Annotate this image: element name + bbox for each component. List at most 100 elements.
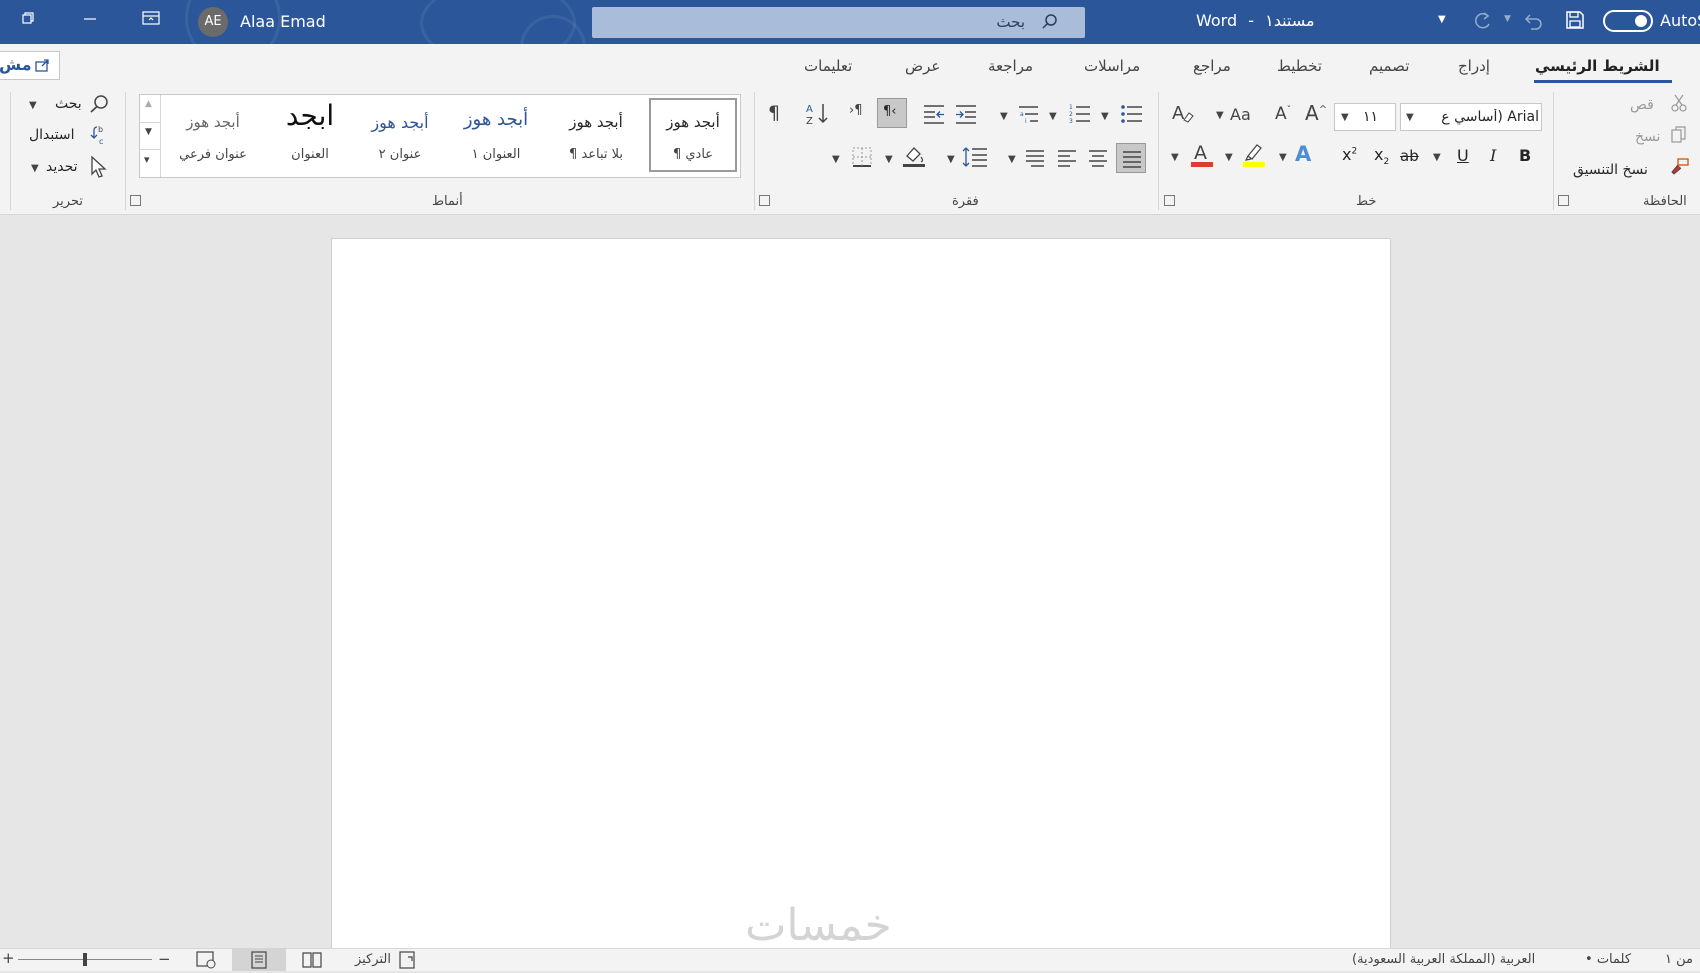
undo-icon[interactable] bbox=[1522, 10, 1544, 34]
show-hide-formatting-button[interactable]: ¶ bbox=[768, 102, 780, 124]
cut-icon[interactable] bbox=[1670, 94, 1688, 116]
chevron-down-icon[interactable]: ▼ bbox=[1279, 152, 1287, 163]
numbering-icon[interactable]: 123 bbox=[1068, 103, 1092, 129]
chevron-down-icon[interactable]: ▼ bbox=[1101, 111, 1109, 122]
style-heading-1[interactable]: أبجد هوز العنوان ١ bbox=[446, 95, 546, 177]
select-label[interactable]: تحديد bbox=[46, 159, 78, 175]
subscript-button[interactable]: x2 bbox=[1374, 145, 1389, 167]
share-button[interactable]: مش bbox=[0, 51, 60, 80]
grow-font-button[interactable]: A^ bbox=[1305, 101, 1327, 125]
bullets-icon[interactable] bbox=[1120, 103, 1144, 129]
chevron-up-icon[interactable]: ▲ bbox=[145, 99, 152, 109]
chevron-down-icon[interactable]: ▼ bbox=[1225, 152, 1233, 163]
text-effects-icon[interactable]: A bbox=[1295, 142, 1311, 166]
style-title[interactable]: ابجد العنوان bbox=[266, 95, 354, 177]
avatar[interactable]: AE bbox=[198, 7, 228, 37]
sort-icon[interactable]: AZ bbox=[806, 102, 830, 130]
zoom-slider-thumb[interactable] bbox=[83, 953, 87, 966]
style-heading-2[interactable]: أبجد هوز عنوان ٢ bbox=[355, 95, 445, 177]
gallery-more-icon[interactable]: ▾ bbox=[144, 153, 150, 166]
justify-icon[interactable] bbox=[1025, 148, 1045, 172]
font-color-icon[interactable]: A bbox=[1190, 140, 1214, 172]
chevron-down-icon[interactable]: ▼ bbox=[145, 127, 152, 137]
customize-qat-icon[interactable]: ▼ bbox=[1438, 14, 1446, 25]
decrease-indent-icon[interactable] bbox=[954, 103, 978, 129]
font-size-combo[interactable]: ١١ ▼ bbox=[1334, 103, 1396, 131]
align-right-button[interactable] bbox=[1116, 143, 1146, 173]
tab-help[interactable]: تعليمات bbox=[804, 57, 852, 75]
font-launcher-icon[interactable] bbox=[1164, 195, 1175, 206]
tab-review[interactable]: مراجعة bbox=[988, 57, 1033, 75]
find-label[interactable]: بحث bbox=[55, 96, 82, 112]
align-center-icon[interactable] bbox=[1088, 148, 1108, 172]
highlight-icon[interactable] bbox=[1242, 142, 1266, 172]
tab-insert[interactable]: إدراج bbox=[1458, 57, 1490, 75]
shading-icon[interactable] bbox=[902, 144, 926, 172]
clear-formatting-icon[interactable]: A bbox=[1172, 102, 1196, 128]
format-painter-icon[interactable] bbox=[1670, 158, 1690, 180]
page-count[interactable]: من ١ bbox=[1665, 952, 1693, 967]
zoom-out-button[interactable]: − bbox=[158, 950, 171, 968]
tab-references[interactable]: مراجع bbox=[1193, 57, 1231, 75]
undo-dropdown-icon[interactable]: ▼ bbox=[1504, 14, 1511, 24]
superscript-button[interactable]: x2 bbox=[1342, 145, 1357, 164]
rtl-direction-button[interactable]: ¶‹ bbox=[877, 98, 907, 128]
style-subtitle[interactable]: أبجد هوز عنوان فرعي bbox=[162, 95, 264, 177]
find-icon[interactable] bbox=[88, 94, 110, 118]
zoom-in-button[interactable]: + bbox=[2, 949, 15, 967]
style-normal[interactable]: أبجد هوز ¶ عادي bbox=[646, 95, 740, 177]
redo-icon[interactable] bbox=[1472, 10, 1494, 34]
chevron-down-icon[interactable]: ▼ bbox=[1000, 111, 1008, 122]
chevron-down-icon[interactable]: ▼ bbox=[1008, 154, 1016, 165]
paragraph-launcher-icon[interactable] bbox=[759, 195, 770, 206]
copy-icon[interactable] bbox=[1670, 126, 1688, 148]
italic-button[interactable]: I bbox=[1490, 146, 1496, 165]
chevron-down-icon[interactable]: ▼ bbox=[1216, 110, 1224, 121]
style-no-spacing[interactable]: أبجد هوز ¶ بلا تباعد bbox=[548, 95, 644, 177]
chevron-down-icon[interactable]: ▼ bbox=[885, 154, 893, 165]
chevron-down-icon[interactable]: ▼ bbox=[1171, 152, 1179, 163]
tab-view[interactable]: عرض bbox=[905, 57, 940, 75]
borders-icon[interactable] bbox=[851, 146, 873, 172]
print-layout-button[interactable] bbox=[232, 948, 286, 971]
multilevel-list-icon[interactable]: ai bbox=[1016, 103, 1040, 129]
shrink-font-button[interactable]: Aˇ bbox=[1275, 104, 1291, 124]
cut-label[interactable]: قص bbox=[1630, 97, 1654, 113]
change-case-button[interactable]: Aa bbox=[1230, 105, 1251, 124]
styles-launcher-icon[interactable] bbox=[130, 195, 141, 206]
chevron-down-icon[interactable]: ▼ bbox=[31, 163, 39, 174]
replace-label[interactable]: استبدال bbox=[29, 127, 74, 143]
zoom-slider[interactable] bbox=[18, 953, 152, 966]
clipboard-launcher-icon[interactable] bbox=[1558, 195, 1569, 206]
ribbon-display-options-icon[interactable] bbox=[142, 10, 160, 30]
bold-button[interactable]: B bbox=[1519, 146, 1531, 165]
language-indicator[interactable]: العربية (المملكة العربية السعودية) bbox=[1352, 952, 1535, 967]
tab-layout[interactable]: تخطيط bbox=[1277, 57, 1322, 75]
line-spacing-icon[interactable] bbox=[962, 146, 988, 172]
underline-button[interactable]: U bbox=[1457, 146, 1469, 165]
select-icon[interactable] bbox=[90, 155, 108, 182]
restore-window-icon[interactable] bbox=[20, 10, 36, 30]
tab-design[interactable]: تصميم bbox=[1369, 57, 1409, 75]
increase-indent-icon[interactable] bbox=[922, 103, 946, 129]
chevron-down-icon[interactable]: ▼ bbox=[29, 100, 37, 111]
chevron-down-icon[interactable]: ▼ bbox=[947, 154, 955, 165]
focus-label[interactable]: التركيز bbox=[355, 952, 391, 967]
format-painter-label[interactable]: نسخ التنسيق bbox=[1573, 162, 1648, 178]
copy-label[interactable]: نسخ bbox=[1635, 129, 1660, 145]
minimize-window-icon[interactable] bbox=[82, 10, 98, 30]
ltr-paragraph-icon[interactable]: ›¶ bbox=[849, 103, 862, 118]
search-box[interactable]: بحث bbox=[592, 7, 1085, 38]
replace-icon[interactable]: bc bbox=[88, 124, 110, 150]
word-count[interactable]: • كلمات bbox=[1585, 952, 1631, 967]
tab-home[interactable]: الشريط الرئيسي bbox=[1535, 57, 1660, 75]
save-icon[interactable] bbox=[1565, 10, 1585, 34]
chevron-down-icon[interactable]: ▼ bbox=[1049, 111, 1057, 122]
autosave-toggle[interactable] bbox=[1603, 10, 1653, 32]
tab-mailings[interactable]: مراسلات bbox=[1084, 57, 1140, 75]
align-left-icon[interactable] bbox=[1057, 148, 1077, 172]
chevron-down-icon[interactable]: ▼ bbox=[832, 154, 840, 165]
document-page[interactable] bbox=[331, 238, 1391, 960]
font-name-combo[interactable]: Arial (أساسي ع ▼ bbox=[1400, 103, 1542, 131]
user-name[interactable]: Alaa Emad bbox=[240, 12, 326, 31]
